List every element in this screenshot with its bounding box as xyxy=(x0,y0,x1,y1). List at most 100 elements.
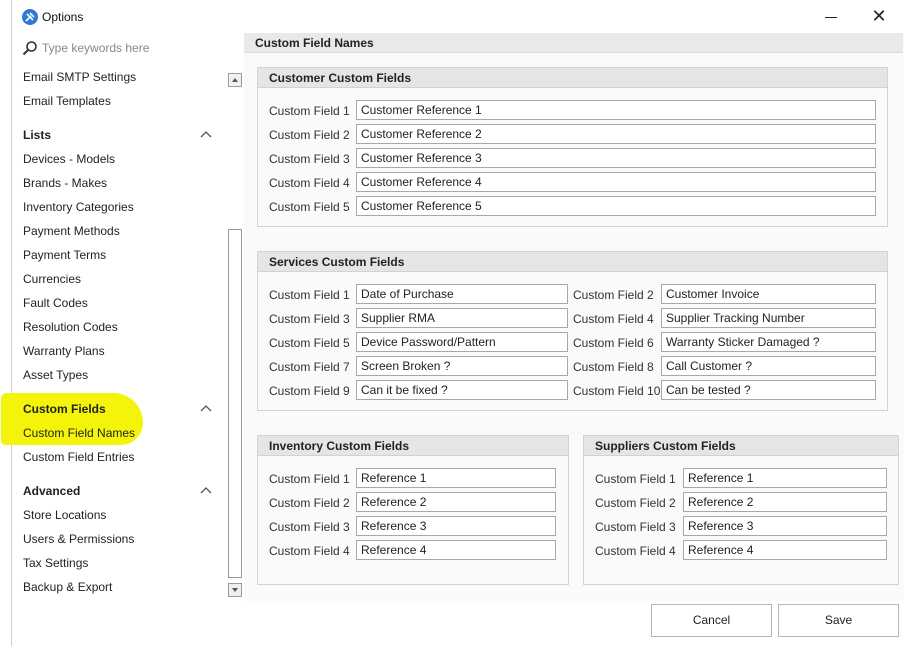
inventory-field-2-input[interactable] xyxy=(356,492,556,512)
sidebar-item-payment-terms[interactable]: Payment Terms xyxy=(23,248,106,262)
customer-field-4-input[interactable] xyxy=(356,172,876,192)
customer-field-2-input[interactable] xyxy=(356,124,876,144)
field-label: Custom Field 1 xyxy=(269,472,350,486)
customer-field-5-input[interactable] xyxy=(356,196,876,216)
sidebar-item-warranty-plans[interactable]: Warranty Plans xyxy=(23,344,105,358)
group-title: Customer Custom Fields xyxy=(269,71,412,85)
options-window: Options ✕ Email SMTP Settings Email Temp… xyxy=(1,0,904,646)
supplier-field-2-input[interactable] xyxy=(683,492,887,512)
service-field-9-input[interactable] xyxy=(356,380,568,400)
page-title: Custom Field Names xyxy=(255,36,374,50)
customer-fields-group: Customer Custom Fields Custom Field 1 Cu… xyxy=(257,67,888,227)
service-field-3-input[interactable] xyxy=(356,308,568,328)
field-label: Custom Field 5 xyxy=(269,336,350,350)
supplier-field-1-input[interactable] xyxy=(683,468,887,488)
sidebar-item-payment-methods[interactable]: Payment Methods xyxy=(23,224,120,238)
field-label: Custom Field 2 xyxy=(573,288,654,302)
title-bar: Options ✕ xyxy=(12,0,904,33)
field-label: Custom Field 6 xyxy=(573,336,654,350)
field-label: Custom Field 3 xyxy=(269,312,350,326)
service-field-4-input[interactable] xyxy=(661,308,876,328)
cancel-button[interactable]: Cancel xyxy=(651,604,772,637)
field-label: Custom Field 10 xyxy=(573,384,661,398)
field-label: Custom Field 1 xyxy=(269,104,350,118)
window-title: Options xyxy=(42,10,84,24)
sidebar-item-devices-models[interactable]: Devices - Models xyxy=(23,152,115,166)
supplier-field-4-input[interactable] xyxy=(683,540,887,560)
service-field-5-input[interactable] xyxy=(356,332,568,352)
sidebar-item-custom-field-names[interactable]: Custom Field Names xyxy=(23,426,135,440)
sidebar-item-email-smtp-settings[interactable]: Email SMTP Settings xyxy=(23,70,136,84)
field-label: Custom Field 2 xyxy=(595,496,676,510)
chevron-up-icon[interactable] xyxy=(200,486,212,494)
sidebar-item-email-templates[interactable]: Email Templates xyxy=(23,94,111,108)
customer-field-1-input[interactable] xyxy=(356,100,876,120)
main-panel: Custom Field Names Customer Custom Field… xyxy=(244,33,904,601)
minimize-button[interactable] xyxy=(820,6,842,28)
group-header: Inventory Custom Fields xyxy=(258,436,568,456)
field-label: Custom Field 7 xyxy=(269,360,350,374)
service-field-8-input[interactable] xyxy=(661,356,876,376)
sidebar-item-fault-codes[interactable]: Fault Codes xyxy=(23,296,88,310)
group-header: Suppliers Custom Fields xyxy=(584,436,898,456)
inventory-field-1-input[interactable] xyxy=(356,468,556,488)
sidebar-item-backup-export[interactable]: Backup & Export xyxy=(23,580,112,594)
section-header-advanced[interactable]: Advanced xyxy=(23,484,80,498)
service-field-10-input[interactable] xyxy=(661,380,876,400)
group-header: Services Custom Fields xyxy=(258,252,887,272)
field-label: Custom Field 4 xyxy=(573,312,654,326)
scroll-up-button[interactable] xyxy=(228,73,242,87)
service-field-2-input[interactable] xyxy=(661,284,876,304)
group-title: Services Custom Fields xyxy=(269,255,405,269)
field-label: Custom Field 3 xyxy=(269,152,350,166)
inventory-field-4-input[interactable] xyxy=(356,540,556,560)
field-label: Custom Field 4 xyxy=(595,544,676,558)
field-label: Custom Field 9 xyxy=(269,384,350,398)
supplier-field-3-input[interactable] xyxy=(683,516,887,536)
scroll-thumb[interactable] xyxy=(228,229,242,578)
group-title: Inventory Custom Fields xyxy=(269,439,410,453)
sidebar-item-tax-settings[interactable]: Tax Settings xyxy=(23,556,88,570)
field-label: Custom Field 5 xyxy=(269,200,350,214)
arrow-up-icon xyxy=(232,78,238,82)
close-button[interactable]: ✕ xyxy=(867,5,891,29)
sidebar-item-asset-types[interactable]: Asset Types xyxy=(23,368,88,382)
main-header: Custom Field Names xyxy=(244,33,903,53)
field-label: Custom Field 4 xyxy=(269,544,350,558)
field-label: Custom Field 1 xyxy=(269,288,350,302)
chevron-up-icon[interactable] xyxy=(200,130,212,138)
group-header: Customer Custom Fields xyxy=(258,68,887,88)
suppliers-fields-group: Suppliers Custom Fields Custom Field 1 C… xyxy=(583,435,899,585)
sidebar-item-brands-makes[interactable]: Brands - Makes xyxy=(23,176,107,190)
tools-icon xyxy=(22,9,38,25)
services-fields-group: Services Custom Fields Custom Field 1 Cu… xyxy=(257,251,888,411)
field-label: Custom Field 3 xyxy=(595,520,676,534)
search-input[interactable] xyxy=(42,39,192,57)
inventory-fields-group: Inventory Custom Fields Custom Field 1 C… xyxy=(257,435,569,585)
arrow-down-icon xyxy=(232,588,238,592)
service-field-1-input[interactable] xyxy=(356,284,568,304)
field-label: Custom Field 4 xyxy=(269,176,350,190)
search-icon xyxy=(22,40,38,56)
service-field-6-input[interactable] xyxy=(661,332,876,352)
group-title: Suppliers Custom Fields xyxy=(595,439,736,453)
scroll-down-button[interactable] xyxy=(228,583,242,597)
sidebar-item-store-locations[interactable]: Store Locations xyxy=(23,508,106,522)
inventory-field-3-input[interactable] xyxy=(356,516,556,536)
service-field-7-input[interactable] xyxy=(356,356,568,376)
customer-field-3-input[interactable] xyxy=(356,148,876,168)
sidebar: Email SMTP Settings Email Templates List… xyxy=(1,33,244,646)
sidebar-item-custom-field-entries[interactable]: Custom Field Entries xyxy=(23,450,134,464)
chevron-up-icon[interactable] xyxy=(200,404,212,412)
field-label: Custom Field 8 xyxy=(573,360,654,374)
sidebar-item-currencies[interactable]: Currencies xyxy=(23,272,81,286)
section-header-lists[interactable]: Lists xyxy=(23,128,51,142)
sidebar-item-users-permissions[interactable]: Users & Permissions xyxy=(23,532,134,546)
sidebar-item-resolution-codes[interactable]: Resolution Codes xyxy=(23,320,118,334)
field-label: Custom Field 3 xyxy=(269,520,350,534)
save-button[interactable]: Save xyxy=(778,604,899,637)
sidebar-scrollbar[interactable] xyxy=(228,73,242,599)
section-header-custom-fields[interactable]: Custom Fields xyxy=(23,402,106,416)
field-label: Custom Field 2 xyxy=(269,128,350,142)
sidebar-item-inventory-categories[interactable]: Inventory Categories xyxy=(23,200,134,214)
